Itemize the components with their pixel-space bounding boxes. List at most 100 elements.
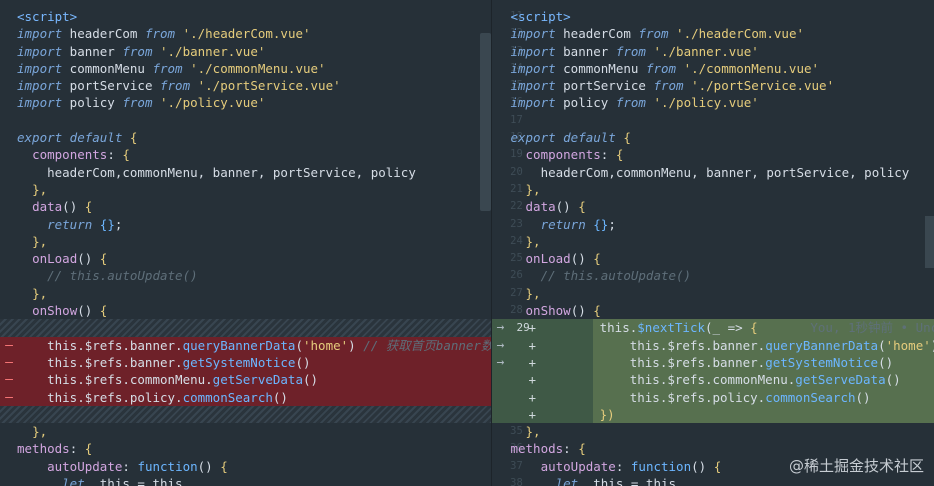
added-line[interactable]: → + this.$refs.banner.queryBannerData('ho… [492,336,934,354]
code-text[interactable]: return {}; [510,216,616,233]
code-text[interactable]: let this = this [17,475,182,486]
code-line[interactable]: 25 onLoad() { [492,250,934,267]
code-text[interactable]: export default { [510,129,630,146]
code-text[interactable]: this.$refs.banner.getSystemNotice() [554,354,893,371]
code-line[interactable]: 20 headerCom,commonMenu, banner, portSer… [492,164,934,181]
code-line[interactable]: <script> [0,8,491,25]
added-line[interactable]: → + this.$refs.banner.getSystemNotice() [492,353,934,372]
code-line[interactable]: 17 [492,112,934,129]
code-line[interactable]: import policy from './policy.vue' [0,94,491,111]
added-line[interactable]: + }) [492,405,934,424]
code-text[interactable]: }, [17,423,47,440]
code-line[interactable]: 22 data() { [492,198,934,215]
code-text[interactable]: import policy from './policy.vue' [17,94,265,111]
code-text[interactable]: data() { [17,198,92,215]
code-line[interactable]: import headerCom from './headerCom.vue' [0,25,491,42]
code-text[interactable]: }, [510,423,541,440]
code-text[interactable]: import portService from './portService.v… [510,77,834,94]
code-line[interactable]: 21 }, [492,181,934,198]
code-text[interactable]: import headerCom from './headerCom.vue' [510,25,804,42]
code-line[interactable]: methods: { [0,440,491,457]
code-text[interactable]: onLoad() { [17,250,107,267]
code-text[interactable]: this.$refs.policy.commonSearch() [17,389,288,406]
code-text[interactable]: // this.autoUpdate() [17,267,198,284]
code-line[interactable]: autoUpdate: function() { [0,458,491,475]
code-line[interactable]: let this = this [0,475,491,486]
code-text[interactable]: headerCom,commonMenu, banner, portServic… [17,164,416,181]
code-line[interactable]: export default { [0,129,491,146]
code-line[interactable]: 28 onShow() { [492,302,934,319]
code-line[interactable]: 23 return {}; [492,216,934,233]
code-line[interactable]: 11 <script> [492,8,934,25]
code-text[interactable]: this.$refs.banner.queryBannerData('home'… [554,337,934,354]
code-text[interactable]: this.$refs.policy.commonSearch() [554,389,871,406]
code-text[interactable]: let this = this [510,475,676,486]
code-line[interactable]: 38 let this = this [492,475,934,486]
code-line[interactable]: return {}; [0,216,491,233]
code-text[interactable]: }, [510,181,541,198]
code-line[interactable]: data() { [0,198,491,215]
code-line[interactable]: import commonMenu from './commonMenu.vue… [0,60,491,77]
code-line[interactable]: }, [0,423,491,440]
code-text[interactable]: headerCom,commonMenu, banner, portServic… [510,164,910,181]
deleted-line[interactable]: — this.$refs.policy.commonSearch() [0,388,492,406]
code-text[interactable]: autoUpdate: function() { [17,458,228,475]
modified-pane[interactable]: 11 <script> 12 import headerCom from './hea… [491,0,934,486]
code-text[interactable]: import commonMenu from './commonMenu.vue… [17,60,326,77]
code-text[interactable]: }, [17,285,47,302]
code-line[interactable]: 26 // this.autoUpdate() [492,267,934,284]
code-line[interactable]: 24 }, [492,233,934,250]
code-text[interactable]: export default { [17,129,137,146]
code-line[interactable]: onLoad() { [0,250,491,267]
code-text[interactable]: <script> [510,8,570,25]
code-text[interactable]: import banner from './banner.vue' [510,43,758,60]
revert-arrow-icon[interactable]: → [496,337,504,354]
code-text[interactable]: }, [510,285,541,302]
code-text[interactable]: import portService from './portService.v… [17,77,341,94]
code-text[interactable]: onShow() { [510,302,601,319]
diff-filler[interactable] [0,405,492,424]
code-text[interactable]: import headerCom from './headerCom.vue' [17,25,311,42]
diff-filler[interactable] [0,319,492,337]
code-line[interactable]: import banner from './banner.vue' [0,43,491,60]
code-text[interactable]: methods: { [510,440,585,457]
code-text[interactable]: onLoad() { [510,250,601,267]
code-line[interactable]: }, [0,233,491,250]
code-line[interactable]: }, [0,181,491,198]
code-text[interactable]: this.$refs.banner.getSystemNotice() [17,354,310,371]
deleted-line[interactable]: — this.$refs.banner.getSystemNotice() [0,353,492,372]
code-text[interactable]: }) [554,406,615,423]
code-text[interactable]: }, [510,233,541,250]
code-line[interactable]: import portService from './portService.v… [0,77,491,94]
added-line[interactable]: + this.$refs.policy.commonSearch() [492,388,934,406]
original-pane[interactable]: <script> import headerCom from './headerC… [0,0,492,486]
code-text[interactable]: import commonMenu from './commonMenu.vue… [510,60,819,77]
code-text[interactable]: <script> [17,8,77,25]
code-text[interactable]: components: { [17,146,130,163]
code-text[interactable]: this.$refs.commonMenu.getServeData() [17,371,318,388]
deleted-line[interactable]: — this.$refs.banner.queryBannerData('hom… [0,336,492,354]
code-text[interactable]: return {}; [17,216,122,233]
code-line[interactable]: components: { [0,146,491,163]
code-line[interactable]: 18 export default { [492,129,934,146]
overview-ruler[interactable] [925,216,934,268]
code-line[interactable]: onShow() { [0,302,491,319]
code-line[interactable]: 19 components: { [492,146,934,163]
code-text[interactable]: }, [17,233,47,250]
code-line[interactable]: 27 }, [492,285,934,302]
code-text[interactable]: onShow() { [17,302,107,319]
code-text[interactable]: methods: { [17,440,92,457]
added-line[interactable]: → 29 + this.$nextTick(_ => { You, 1秒钟前 • U… [492,319,934,337]
revert-arrow-icon[interactable]: → [496,354,504,371]
code-text[interactable]: autoUpdate: function() { [510,458,722,475]
vertical-scrollbar[interactable] [480,33,491,211]
code-text[interactable]: this.$nextTick(_ => { You, 1秒钟前 • Uncomm… [554,319,934,336]
code-line[interactable]: 12 import headerCom from './headerCom.vue… [492,25,934,42]
code-line[interactable]: 35 }, [492,423,934,440]
code-text[interactable]: import banner from './banner.vue' [17,43,265,60]
code-line[interactable]: 15 import portService from './portService… [492,77,934,94]
code-line[interactable]: // this.autoUpdate() [0,267,491,284]
code-text[interactable]: this.$refs.banner.queryBannerData('home'… [17,337,491,354]
code-line[interactable] [0,112,491,129]
code-text[interactable]: data() { [510,198,586,215]
